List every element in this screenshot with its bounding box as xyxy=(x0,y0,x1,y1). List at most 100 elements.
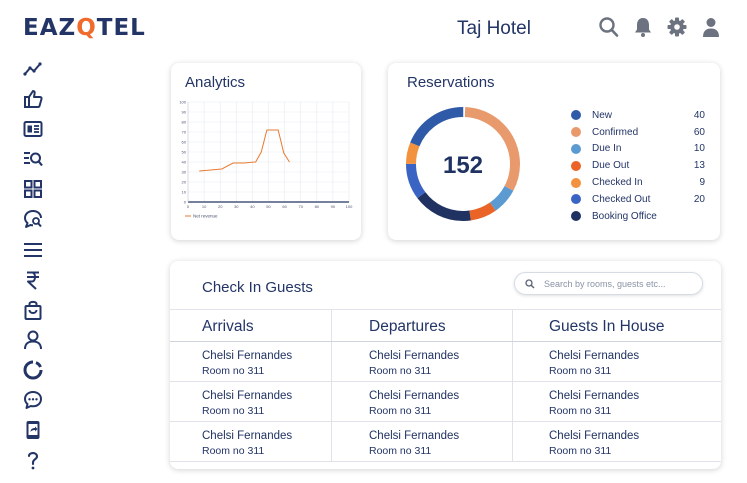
y-tick-label: 10 xyxy=(182,190,187,195)
legend-value: 20 xyxy=(693,193,705,205)
logo-pin-letter: Q xyxy=(76,15,97,41)
person-icon[interactable] xyxy=(22,329,44,351)
table-header: Arrivals Departures Guests In House xyxy=(170,309,721,342)
guest-name: Chelsi Fernandes xyxy=(202,390,293,402)
guest-room: Room no 311 xyxy=(202,365,265,377)
help-icon[interactable] xyxy=(22,449,44,471)
phone-share-icon[interactable] xyxy=(22,419,44,441)
column-header-arrivals[interactable]: Arrivals xyxy=(170,310,331,341)
bell-icon[interactable] xyxy=(633,16,653,38)
in-house-cell[interactable]: Chelsi Fernandes Room no 311 xyxy=(512,342,721,381)
list-search-icon[interactable] xyxy=(22,148,44,170)
search-placeholder: Search by rooms, guests etc... xyxy=(544,278,666,289)
legend-label-net-revenue: Net revenue xyxy=(193,214,218,219)
reservations-legend: New 40 Confirmed 60 Due In 10 Due Out 13 Checked… xyxy=(571,107,705,225)
x-tick-label: 10 xyxy=(202,204,207,209)
departure-cell[interactable]: Chelsi Fernandes Room no 311 xyxy=(331,422,512,461)
guest-room: Room no 311 xyxy=(202,405,265,417)
legend-value: 13 xyxy=(693,160,705,172)
shopping-bag-icon[interactable] xyxy=(22,299,44,321)
departure-cell[interactable]: Chelsi Fernandes Room no 311 xyxy=(331,342,512,381)
legend-dot xyxy=(571,110,581,121)
departure-cell[interactable]: Chelsi Fernandes Room no 311 xyxy=(331,382,512,421)
arrival-cell[interactable]: Chelsi Fernandes Room no 311 xyxy=(170,342,331,381)
rupee-icon[interactable] xyxy=(22,269,44,291)
newspaper-icon[interactable] xyxy=(22,118,44,140)
reservations-donut-chart: 152 xyxy=(406,107,520,221)
sidebar-nav xyxy=(22,58,46,479)
chat-search-icon[interactable] xyxy=(22,208,44,230)
legend-label: Checked In xyxy=(592,177,643,189)
legend-dot xyxy=(571,127,581,138)
trend-icon[interactable] xyxy=(22,58,44,80)
guest-room: Room no 311 xyxy=(369,405,432,417)
y-tick-label: 20 xyxy=(182,180,187,185)
y-tick-label: 50 xyxy=(182,150,187,155)
legend-value: 40 xyxy=(693,109,705,121)
column-header-guests-in-house[interactable]: Guests In House xyxy=(512,310,721,341)
legend-item: Confirmed 60 xyxy=(571,124,705,141)
thumbs-up-icon[interactable] xyxy=(22,88,44,110)
legend-item: Due In 10 xyxy=(571,141,705,158)
x-tick-label: 80 xyxy=(315,204,320,209)
column-header-departures[interactable]: Departures xyxy=(331,310,512,341)
guest-name: Chelsi Fernandes xyxy=(549,430,640,442)
x-tick-label: 50 xyxy=(266,204,271,209)
legend-dot xyxy=(571,160,581,171)
reservations-card: Reservations 152 New 40 Confirmed 60 Due In 1… xyxy=(388,63,720,240)
in-house-cell[interactable]: Chelsi Fernandes Room no 311 xyxy=(512,382,721,421)
legend-label: New xyxy=(592,109,613,121)
analytics-card: Analytics 0 10 20 30 40 50 60 70 80 90 100 0 10 20 30 4… xyxy=(171,63,361,240)
x-tick-label: 0 xyxy=(187,204,190,209)
legend-item: Booking Office xyxy=(571,208,705,225)
y-tick-label: 70 xyxy=(182,130,187,135)
y-tick-label: 100 xyxy=(179,100,186,105)
check-in-guests-card: Check In Guests Search by rooms, guests … xyxy=(170,261,721,469)
legend-label: Checked Out xyxy=(592,193,651,205)
legend-label: Confirmed xyxy=(592,126,639,138)
y-tick-label: 80 xyxy=(182,120,187,125)
y-tick-label: 30 xyxy=(182,170,187,175)
menu-icon[interactable] xyxy=(22,239,44,261)
guest-name: Chelsi Fernandes xyxy=(369,350,460,362)
guest-name: Chelsi Fernandes xyxy=(369,390,460,402)
app-logo[interactable]: EAZ Q TEL xyxy=(23,14,146,42)
guest-name: Chelsi Fernandes xyxy=(549,350,640,362)
x-tick-label: 30 xyxy=(234,204,239,209)
legend-item: Checked In 9 xyxy=(571,174,705,191)
chat-bubble-icon[interactable] xyxy=(22,389,44,411)
legend-dot xyxy=(571,211,581,222)
legend-value: 60 xyxy=(693,126,705,138)
guest-room: Room no 311 xyxy=(369,445,432,457)
table-row: Chelsi Fernandes Room no 311 Chelsi Ferna… xyxy=(170,382,721,422)
guest-name: Chelsi Fernandes xyxy=(549,390,640,402)
dashboard-grid-icon[interactable] xyxy=(22,178,44,200)
in-house-cell[interactable]: Chelsi Fernandes Room no 311 xyxy=(512,422,721,461)
search-icon xyxy=(525,278,535,288)
x-tick-label: 20 xyxy=(218,204,223,209)
legend-dot xyxy=(571,177,581,188)
gear-icon[interactable] xyxy=(667,16,687,38)
search-icon[interactable] xyxy=(599,16,619,38)
logo-suffix: TEL xyxy=(96,15,146,41)
x-tick-label: 70 xyxy=(298,204,303,209)
user-icon[interactable] xyxy=(701,16,721,38)
arrival-cell[interactable]: Chelsi Fernandes Room no 311 xyxy=(170,422,331,461)
guest-room: Room no 311 xyxy=(369,365,432,377)
arrival-cell[interactable]: Chelsi Fernandes Room no 311 xyxy=(170,382,331,421)
legend-dot xyxy=(571,143,581,154)
hotel-name: Taj Hotel xyxy=(457,18,531,39)
guest-room: Room no 311 xyxy=(549,405,612,417)
legend-item: Due Out 13 xyxy=(571,157,705,174)
guest-room: Room no 311 xyxy=(202,445,265,457)
x-tick-label: 60 xyxy=(282,204,287,209)
legend-label: Due Out xyxy=(592,160,630,172)
legend-label: Due In xyxy=(592,143,622,155)
legend-label: Booking Office xyxy=(592,210,657,222)
guest-search-input[interactable]: Search by rooms, guests etc... xyxy=(514,272,703,295)
refresh-icon[interactable] xyxy=(22,359,44,381)
guest-name: Chelsi Fernandes xyxy=(202,350,293,362)
x-tick-label: 100 xyxy=(346,204,353,209)
guests-table: Arrivals Departures Guests In House Chel… xyxy=(170,309,721,462)
analytics-line-chart: 01020304050607080901000 10 20 30 40 50 60 70 80 9… xyxy=(179,100,353,219)
